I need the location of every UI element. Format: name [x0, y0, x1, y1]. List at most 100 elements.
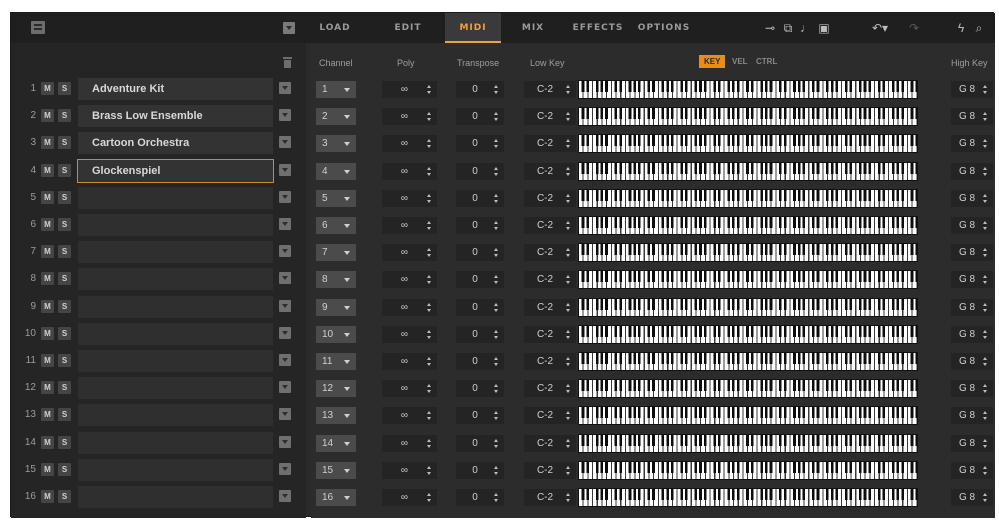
low-key-stepper[interactable]: C-2 [524, 299, 576, 316]
low-key-stepper[interactable]: C-2 [524, 462, 576, 479]
solo-button[interactable]: S [58, 327, 71, 340]
low-key-stepper[interactable]: C-2 [524, 326, 576, 343]
key-range-keyboard[interactable] [578, 298, 918, 317]
mute-button[interactable]: M [41, 164, 54, 177]
instrument-slot[interactable]: 2 M S Brass Low Ensemble [14, 104, 298, 129]
solo-button[interactable]: S [58, 381, 71, 394]
transpose-stepper[interactable]: 0 [456, 353, 504, 370]
tab-midi[interactable]: MIDI [445, 13, 501, 43]
instrument-slot[interactable]: 8MS [14, 267, 298, 292]
slot-menu-icon[interactable] [279, 300, 291, 312]
key-range-keyboard[interactable] [578, 189, 918, 208]
high-key-stepper[interactable]: G 8 [951, 462, 993, 479]
high-key-stepper[interactable]: G 8 [951, 190, 993, 207]
instrument-slot[interactable]: 14 M S [14, 431, 298, 456]
mute-button[interactable]: M [41, 136, 54, 149]
slot-name[interactable] [78, 486, 273, 508]
instrument-slot[interactable]: 7MS [14, 240, 298, 265]
solo-button[interactable]: S [58, 463, 71, 476]
low-key-stepper[interactable]: C-2 [524, 81, 576, 98]
poly-stepper[interactable]: ∞ [382, 163, 437, 180]
poly-stepper[interactable]: ∞ [382, 407, 437, 424]
key-range-keyboard[interactable] [578, 107, 918, 126]
slot-menu-icon[interactable] [279, 245, 291, 257]
solo-button[interactable]: S [58, 436, 71, 449]
key-range-keyboard[interactable] [578, 488, 918, 507]
key-range-keyboard[interactable] [578, 216, 918, 235]
low-key-stepper[interactable]: C-2 [524, 163, 576, 180]
key-range-keyboard[interactable] [578, 134, 918, 153]
channel-select[interactable]: 16 [316, 489, 356, 506]
poly-stepper[interactable]: ∞ [382, 81, 437, 98]
slot-menu-icon[interactable] [279, 327, 291, 339]
channel-select[interactable]: 8 [316, 271, 356, 288]
slot-menu-icon[interactable] [279, 408, 291, 420]
slot-name[interactable]: Brass Low Ensemble [78, 105, 273, 127]
instrument-slot[interactable]: 11 M S [14, 349, 298, 374]
rack-menu-icon[interactable] [31, 21, 45, 34]
bolt-icon[interactable]: ϟ [955, 21, 967, 35]
high-key-stepper[interactable]: G 8 [951, 407, 993, 424]
low-key-stepper[interactable]: C-2 [524, 217, 576, 234]
channel-select[interactable]: 7 [316, 244, 356, 261]
high-key-stepper[interactable]: G 8 [951, 326, 993, 343]
channel-select[interactable]: 3 [316, 135, 356, 152]
low-key-stepper[interactable]: C-2 [524, 407, 576, 424]
channel-select[interactable]: 2 [316, 108, 356, 125]
transpose-stepper[interactable]: 0 [456, 81, 504, 98]
mute-button[interactable]: M [41, 272, 54, 285]
tab-load[interactable]: LOAD [313, 13, 357, 43]
slot-name[interactable] [78, 241, 273, 263]
mute-button[interactable]: M [41, 408, 54, 421]
key-range-keyboard[interactable] [578, 162, 918, 181]
key-range-keyboard[interactable] [578, 243, 918, 262]
channel-select[interactable]: 10 [316, 326, 356, 343]
slot-menu-icon[interactable] [279, 218, 291, 230]
solo-button[interactable]: S [58, 164, 71, 177]
mute-button[interactable]: M [41, 109, 54, 122]
solo-button[interactable]: S [58, 191, 71, 204]
poly-stepper[interactable]: ∞ [382, 353, 437, 370]
mute-button[interactable]: M [41, 327, 54, 340]
copy-icon[interactable]: ⧉ [781, 21, 795, 35]
mute-button[interactable]: M [41, 381, 54, 394]
key-range-keyboard[interactable] [578, 325, 918, 344]
mute-button[interactable]: M [41, 245, 54, 258]
transpose-stepper[interactable]: 0 [456, 108, 504, 125]
channel-select[interactable]: 15 [316, 462, 356, 479]
high-key-stepper[interactable]: G 8 [951, 299, 993, 316]
slot-menu-icon[interactable] [279, 436, 291, 448]
slot-name[interactable]: Cartoon Orchestra [78, 132, 273, 154]
slot-name[interactable] [78, 268, 273, 290]
slot-name[interactable] [78, 377, 273, 399]
poly-stepper[interactable]: ∞ [382, 190, 437, 207]
instrument-slot[interactable]: 6MS [14, 213, 298, 238]
solo-button[interactable]: S [58, 245, 71, 258]
low-key-stepper[interactable]: C-2 [524, 190, 576, 207]
key-range-keyboard[interactable] [578, 379, 918, 398]
lock-icon[interactable]: ▣ [817, 21, 831, 35]
slot-name[interactable] [78, 323, 273, 345]
mute-button[interactable]: M [41, 300, 54, 313]
slot-name[interactable] [78, 350, 273, 372]
poly-stepper[interactable]: ∞ [382, 299, 437, 316]
instrument-slot[interactable]: 16 M S [14, 485, 298, 510]
transpose-stepper[interactable]: 0 [456, 407, 504, 424]
slot-menu-icon[interactable] [279, 109, 291, 121]
tab-effects[interactable]: EFFECTS [571, 13, 625, 43]
high-key-stepper[interactable]: G 8 [951, 108, 993, 125]
slot-menu-icon[interactable] [279, 82, 291, 94]
channel-select[interactable]: 6 [316, 217, 356, 234]
transpose-stepper[interactable]: 0 [456, 326, 504, 343]
solo-button[interactable]: S [58, 272, 71, 285]
instrument-slot[interactable]: 15 M S [14, 458, 298, 483]
instrument-slot[interactable]: 5MS [14, 186, 298, 211]
high-key-stepper[interactable]: G 8 [951, 353, 993, 370]
slot-name[interactable]: Adventure Kit [78, 78, 273, 100]
search-icon[interactable]: ⌕ [973, 21, 985, 35]
transpose-stepper[interactable]: 0 [456, 299, 504, 316]
transpose-stepper[interactable]: 0 [456, 217, 504, 234]
slot-name[interactable] [78, 214, 273, 236]
high-key-stepper[interactable]: G 8 [951, 380, 993, 397]
solo-button[interactable]: S [58, 218, 71, 231]
